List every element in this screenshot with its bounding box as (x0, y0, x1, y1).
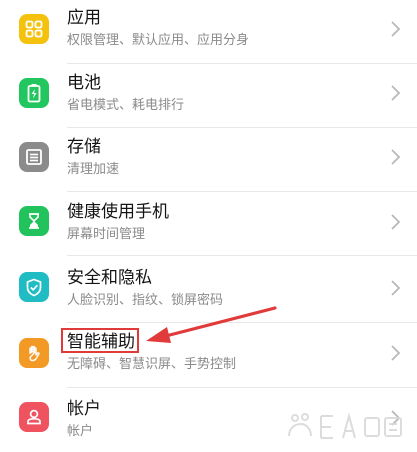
chevron-right-icon (391, 85, 401, 101)
item-title: 应用 (67, 8, 101, 28)
hourglass-icon (19, 206, 49, 236)
item-subtitle: 人脸识别、指纹、锁屏密码 (67, 293, 224, 308)
chevron-right-icon (391, 280, 401, 296)
settings-item-battery[interactable]: 电池 省电模式、耗电排行 (0, 64, 417, 128)
item-subtitle: 帐户 (67, 424, 94, 439)
battery-icon (19, 78, 49, 108)
item-subtitle: 无障碍、智慧识屏、手势控制 (67, 357, 237, 372)
item-subtitle: 权限管理、默认应用、应用分身 (67, 33, 250, 48)
account-icon (19, 402, 49, 432)
chevron-right-icon (391, 345, 401, 361)
chevron-right-icon (391, 214, 401, 230)
item-title: 健康使用手机 (67, 202, 169, 222)
chevron-right-icon (391, 149, 401, 165)
hand-icon (19, 338, 49, 368)
storage-icon (19, 142, 49, 172)
item-subtitle: 屏幕时间管理 (67, 227, 146, 242)
item-title: 帐户 (67, 399, 101, 419)
item-title: 电池 (67, 73, 101, 93)
item-subtitle: 清理加速 (67, 162, 120, 177)
shield-check-icon (19, 272, 49, 302)
item-subtitle: 省电模式、耗电排行 (67, 98, 185, 113)
settings-item-storage[interactable]: 存储 清理加速 (0, 128, 417, 192)
watermark-logo (288, 412, 402, 439)
apps-grid-icon (19, 14, 49, 44)
item-title: 存储 (67, 137, 101, 157)
settings-item-apps[interactable]: 应用 权限管理、默认应用、应用分身 (0, 0, 417, 64)
settings-item-digital-balance[interactable]: 健康使用手机 屏幕时间管理 (0, 192, 417, 256)
annotation-highlight-box (61, 328, 139, 353)
settings-item-security-privacy[interactable]: 安全和隐私 人脸识别、指纹、锁屏密码 (0, 256, 417, 323)
item-title: 安全和隐私 (67, 268, 152, 288)
chevron-right-icon (391, 21, 401, 37)
